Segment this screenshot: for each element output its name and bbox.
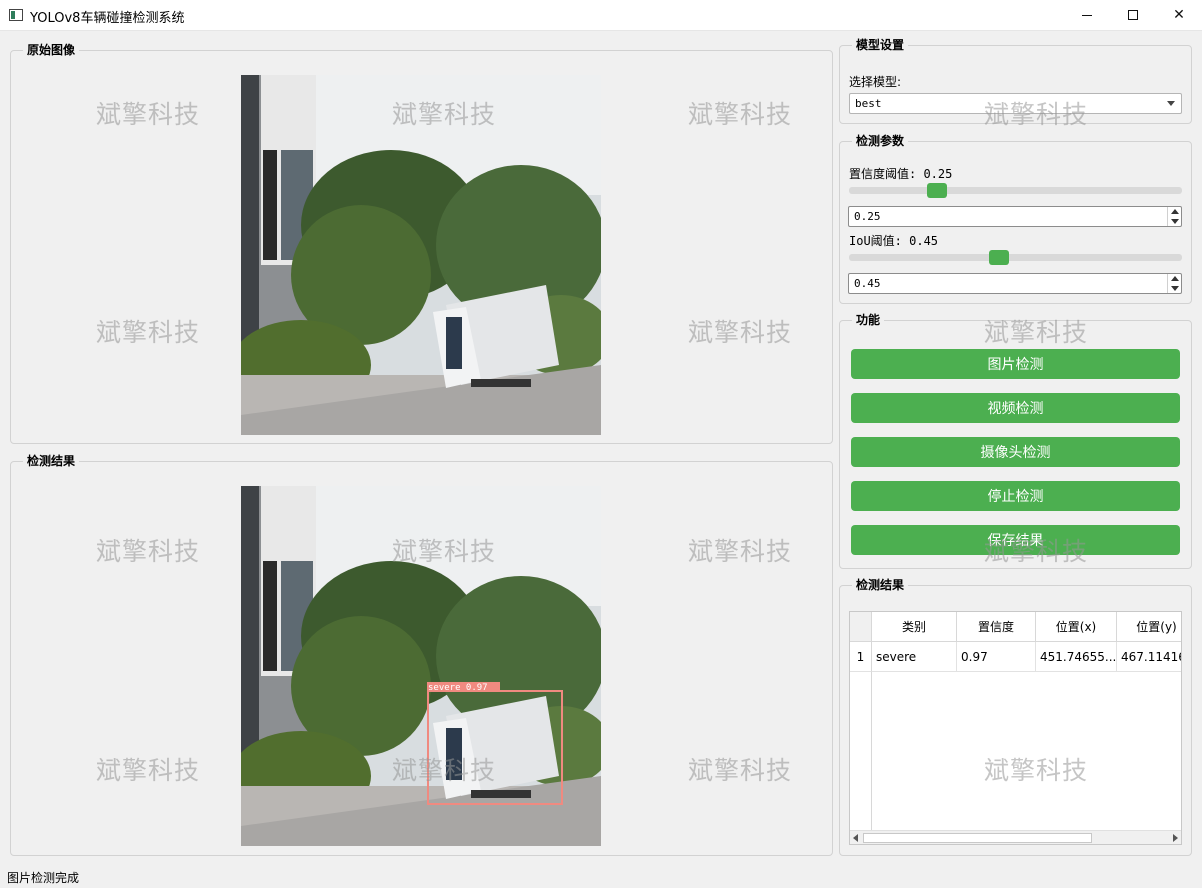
- iou-value: 0.45: [854, 277, 881, 290]
- chevron-down-icon: [1167, 101, 1175, 106]
- results-title: 检测结果: [852, 577, 909, 593]
- maximize-icon: [1128, 10, 1138, 20]
- scrollbar-thumb[interactable]: [863, 833, 1092, 843]
- confidence-spinbox[interactable]: 0.25: [848, 206, 1182, 227]
- confidence-label: 置信度阈值: 0.25: [849, 167, 953, 181]
- app-icon: [9, 9, 23, 21]
- spin-up-icon[interactable]: [1171, 209, 1179, 214]
- spin-down-icon[interactable]: [1171, 219, 1179, 224]
- result-scene: severe 0.97: [241, 486, 601, 846]
- row-header[interactable]: 1: [850, 642, 872, 672]
- iou-stepper[interactable]: [1167, 274, 1181, 293]
- confidence-slider[interactable]: [849, 183, 1182, 198]
- column-header-x[interactable]: 位置(x): [1036, 612, 1117, 642]
- model-settings-title: 模型设置: [852, 37, 909, 53]
- detection-label: severe 0.97: [428, 683, 488, 693]
- title-bar: YOLOv8车辆碰撞检测系统 ✕: [0, 0, 1202, 31]
- table-cell-category[interactable]: severe: [872, 642, 957, 672]
- video-detect-button[interactable]: 视频检测: [851, 393, 1180, 423]
- original-scene: [241, 75, 601, 435]
- close-button[interactable]: ✕: [1156, 0, 1202, 30]
- horizontal-scrollbar[interactable]: [850, 830, 1181, 844]
- window-title: YOLOv8车辆碰撞检测系统: [30, 11, 185, 26]
- maximize-button[interactable]: [1110, 0, 1156, 30]
- column-header-confidence[interactable]: 置信度: [957, 612, 1036, 642]
- column-header-category[interactable]: 类别: [872, 612, 957, 642]
- original-image-title: 原始图像: [23, 42, 80, 58]
- original-image: [241, 75, 601, 435]
- minimize-icon: [1082, 14, 1092, 16]
- iou-label: IoU阈值: 0.45: [849, 234, 939, 248]
- model-select-value: best: [855, 97, 882, 110]
- iou-spinbox[interactable]: 0.45: [848, 273, 1182, 294]
- confidence-slider-handle[interactable]: [927, 183, 947, 198]
- close-icon: ✕: [1173, 7, 1185, 23]
- spin-down-icon[interactable]: [1171, 286, 1179, 291]
- stop-detect-button[interactable]: 停止检测: [851, 481, 1180, 511]
- status-bar: 图片检测完成: [0, 866, 1202, 888]
- scroll-left-icon[interactable]: [853, 834, 858, 842]
- iou-slider-handle[interactable]: [989, 250, 1009, 265]
- spin-up-icon[interactable]: [1171, 276, 1179, 281]
- table-cell-y[interactable]: 467.11416...: [1117, 642, 1181, 672]
- image-detect-button[interactable]: 图片检测: [851, 349, 1180, 379]
- result-image: severe 0.97: [241, 486, 601, 846]
- results-table[interactable]: 类别 置信度 位置(x) 位置(y) 1 severe 0.97 451.746…: [849, 611, 1182, 845]
- confidence-value: 0.25: [854, 210, 881, 223]
- iou-slider[interactable]: [849, 250, 1182, 265]
- model-select-label: 选择模型:: [849, 75, 902, 89]
- scroll-right-icon[interactable]: [1173, 834, 1178, 842]
- detection-params-title: 检测参数: [852, 133, 909, 149]
- scrollbar-track[interactable]: [863, 833, 1168, 843]
- table-cell-x[interactable]: 451.74655...: [1036, 642, 1117, 672]
- status-text: 图片检测完成: [7, 871, 80, 885]
- save-result-button[interactable]: 保存结果: [851, 525, 1180, 555]
- column-header-y[interactable]: 位置(y): [1117, 612, 1181, 642]
- minimize-button[interactable]: [1064, 0, 1110, 30]
- model-select[interactable]: best: [849, 93, 1182, 114]
- table-cell-confidence[interactable]: 0.97: [957, 642, 1036, 672]
- table-corner[interactable]: [850, 612, 872, 642]
- confidence-stepper[interactable]: [1167, 207, 1181, 226]
- functions-title: 功能: [852, 312, 885, 328]
- result-image-title: 检测结果: [23, 453, 80, 469]
- camera-detect-button[interactable]: 摄像头检测: [851, 437, 1180, 467]
